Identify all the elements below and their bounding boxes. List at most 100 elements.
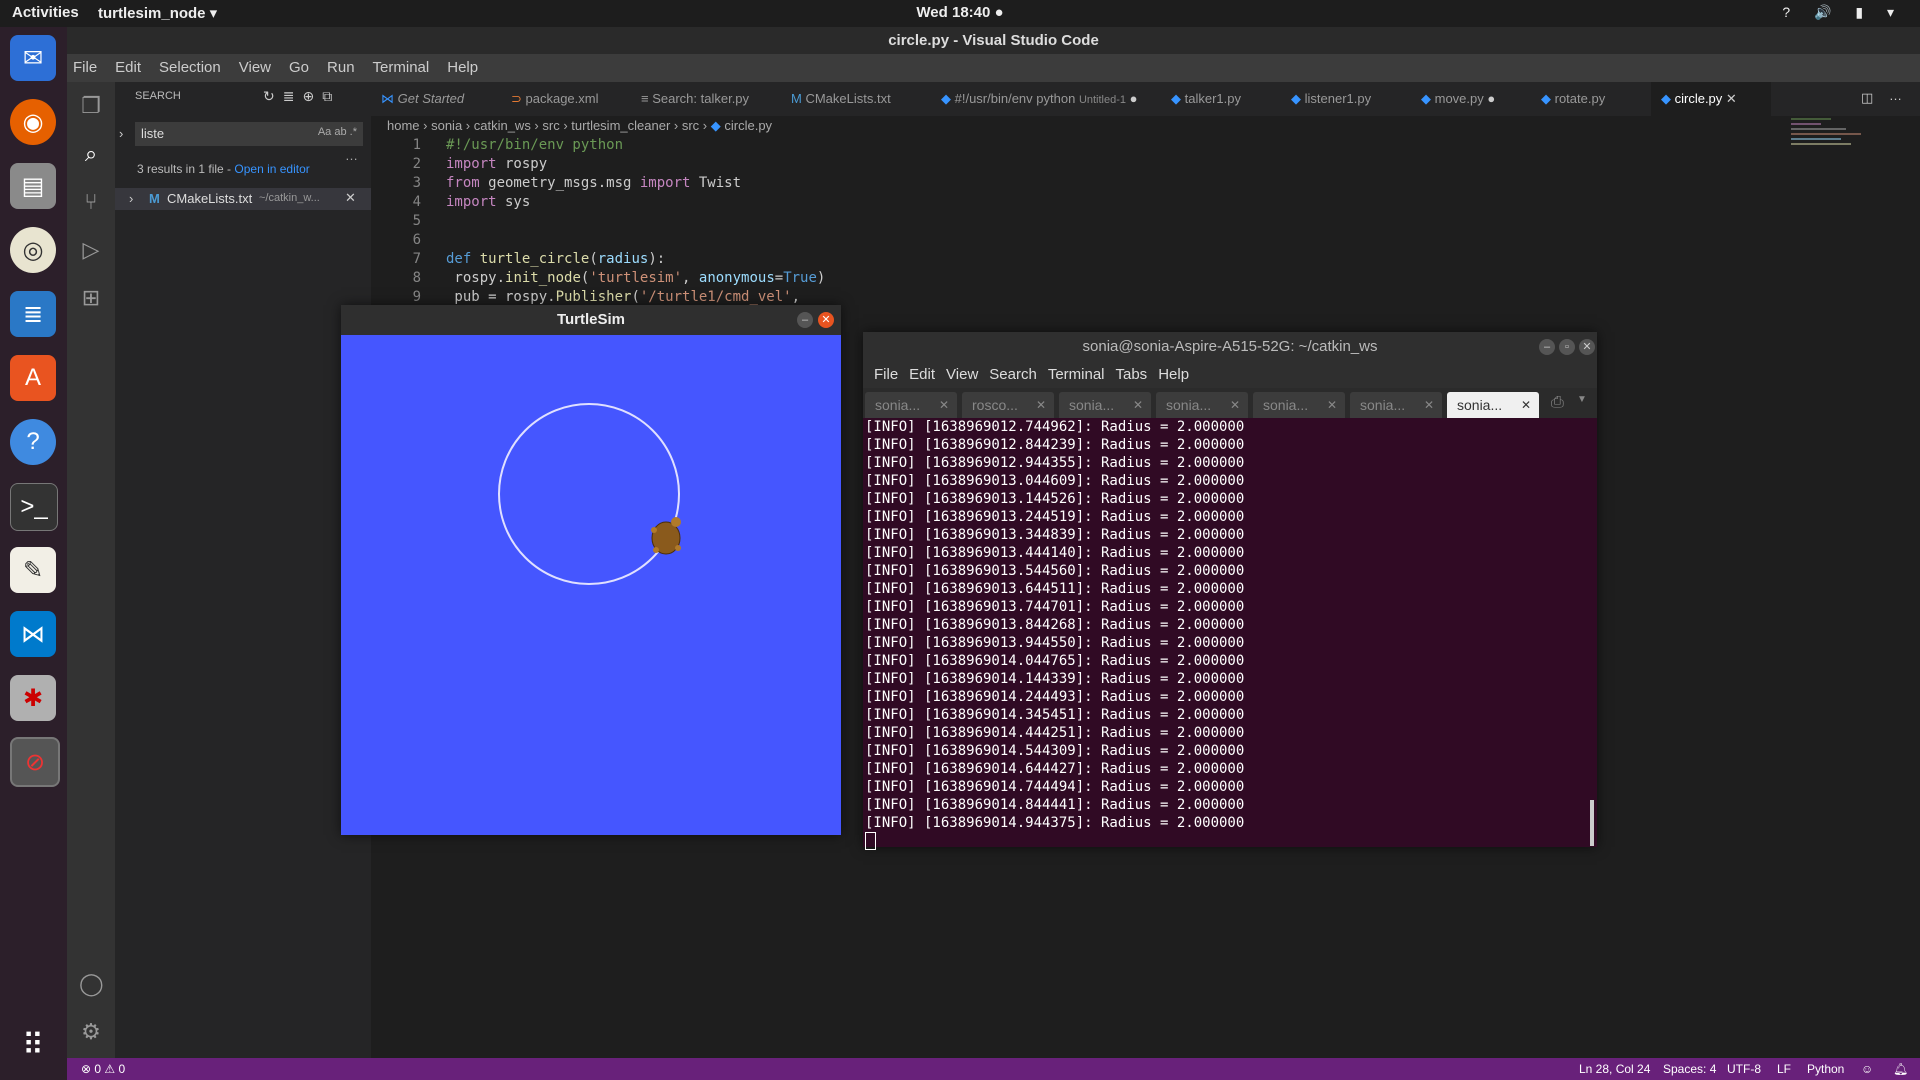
new-tab-icon[interactable]: ⎙ xyxy=(1551,394,1564,412)
code-editor[interactable]: 1 #!/usr/bin/env python 2 import rospy 3 fr… xyxy=(371,136,826,307)
tab-get-started[interactable]: ⋈ Get Started xyxy=(371,82,501,116)
minimap[interactable] xyxy=(1791,112,1901,182)
apps-grid-icon[interactable]: ⠿ xyxy=(10,1022,56,1068)
software-icon[interactable]: A xyxy=(10,355,56,401)
bell-icon[interactable]: 🔔︎ xyxy=(1893,1058,1908,1080)
close-button[interactable]: ✕ xyxy=(1579,339,1595,355)
term-menu-file[interactable]: File xyxy=(874,366,898,383)
terminal-line: [INFO] [1638969014.444251]: Radius = 2.0… xyxy=(865,725,1245,741)
activity-bar: ❐ ⌕ ⑂ ▷ ⊞ ◯ ⚙ xyxy=(67,82,115,1058)
vscode-icon[interactable]: ⋈ xyxy=(10,611,56,657)
top-bar: Activities turtlesim_node ▾ Wed 18:40 ● … xyxy=(0,0,1920,27)
text-editor-icon[interactable]: ✎ xyxy=(10,547,56,593)
terminal-tab[interactable]: sonia... ✕ xyxy=(1059,392,1151,418)
menu-help[interactable]: Help xyxy=(447,59,478,76)
more-icon[interactable]: … xyxy=(1889,88,1902,103)
clock[interactable]: Wed 18:40 ● xyxy=(0,4,1920,21)
term-menu-tabs[interactable]: Tabs xyxy=(1116,366,1148,383)
feedback-icon[interactable]: ☺ xyxy=(1861,1058,1873,1080)
terminal-tab[interactable]: sonia... ✕ xyxy=(865,392,957,418)
terminal-cursor xyxy=(865,832,876,850)
terminal-line: [INFO] [1638969014.944375]: Radius = 2.0… xyxy=(865,815,1245,831)
terminal-tab[interactable]: rosco... ✕ xyxy=(962,392,1054,418)
term-menu-terminal[interactable]: Terminal xyxy=(1048,366,1105,383)
writer-icon[interactable]: ≣ xyxy=(10,291,56,337)
dock: ✉ ◉ ▤ ◎ ≣ A ? >_ ✎ ⋈ ✱ ⊘ ⠿ xyxy=(0,27,67,1080)
firefox-icon[interactable]: ◉ xyxy=(10,99,56,145)
minimize-button[interactable]: – xyxy=(1539,339,1555,355)
terminal-line: [INFO] [1638969013.344839]: Radius = 2.0… xyxy=(865,527,1245,543)
turtlesim-title: TurtleSim xyxy=(341,305,841,335)
account-icon[interactable]: ◯ xyxy=(79,972,104,996)
search-options[interactable]: Aa ab .* xyxy=(318,126,357,138)
terminal-tab[interactable]: sonia... ✕ xyxy=(1350,392,1442,418)
source-control-icon[interactable]: ⑂ xyxy=(79,190,103,214)
menu-selection[interactable]: Selection xyxy=(159,59,221,76)
menu-view[interactable]: View xyxy=(239,59,271,76)
files-icon[interactable]: ▤ xyxy=(10,163,56,209)
cursor-position[interactable]: Ln 28, Col 24 xyxy=(1579,1058,1650,1080)
menu-go[interactable]: Go xyxy=(289,59,309,76)
close-button[interactable]: ✕ xyxy=(818,312,834,328)
search-icon[interactable]: ⌕ xyxy=(79,142,103,166)
minimize-button[interactable]: – xyxy=(797,312,813,328)
terminal-icon[interactable]: >_ xyxy=(10,483,58,531)
tab-search-talker[interactable]: ≡ Search: talker.py xyxy=(631,82,781,116)
terminal-tab[interactable]: sonia... ✕ xyxy=(1156,392,1248,418)
explorer-icon[interactable]: ❐ xyxy=(79,94,103,118)
term-menu-search[interactable]: Search xyxy=(989,366,1037,383)
line-ending[interactable]: LF xyxy=(1777,1058,1791,1080)
term-menu-view[interactable]: View xyxy=(946,366,978,383)
terminal-line: [INFO] [1638969012.844239]: Radius = 2.0… xyxy=(865,437,1245,453)
term-menu-edit[interactable]: Edit xyxy=(909,366,935,383)
thunderbird-icon[interactable]: ✉ xyxy=(10,35,56,81)
terminal-line: [INFO] [1638969014.144339]: Radius = 2.0… xyxy=(865,671,1245,687)
problems-indicator[interactable]: ⊗ 0 ⚠ 0 xyxy=(81,1058,125,1080)
terminal-line: [INFO] [1638969014.744494]: Radius = 2.0… xyxy=(865,779,1245,795)
indentation[interactable]: Spaces: 4 xyxy=(1663,1058,1716,1080)
menu-terminal[interactable]: Terminal xyxy=(373,59,430,76)
manage-gear-icon[interactable]: ⚙ xyxy=(79,1020,103,1044)
tab-move[interactable]: ◆ move.py ● xyxy=(1411,82,1531,116)
terminal-tab-active[interactable]: sonia... ✕ xyxy=(1447,392,1539,418)
terminal-output[interactable]: [INFO] [1638969012.744962]: Radius = 2.0… xyxy=(865,418,1593,850)
menu-file[interactable]: File xyxy=(73,59,97,76)
terminal-line: [INFO] [1638969013.644511]: Radius = 2.0… xyxy=(865,581,1245,597)
tab-cmakelists[interactable]: M CMakeLists.txt xyxy=(781,82,931,116)
help-icon[interactable]: ? xyxy=(10,419,56,465)
search-actions[interactable]: ↻≣⊕⧉ xyxy=(263,88,340,105)
terminal-tab[interactable]: sonia... ✕ xyxy=(1253,392,1345,418)
result-file-row[interactable]: › M CMakeLists.txt ~/catkin_w... ✕ xyxy=(115,188,371,210)
tab-listener1[interactable]: ◆ listener1.py xyxy=(1281,82,1411,116)
more-icon[interactable]: … xyxy=(345,148,358,163)
split-editor-icon[interactable]: ◫ xyxy=(1861,90,1873,106)
run-debug-icon[interactable]: ▷ xyxy=(79,238,103,262)
stop-icon[interactable]: ⊘ xyxy=(10,737,60,787)
language-mode[interactable]: Python xyxy=(1807,1058,1844,1080)
tab-package-xml[interactable]: ⊃ package.xml xyxy=(501,82,631,116)
settings-icon[interactable]: ✱ xyxy=(10,675,56,721)
open-in-editor-link[interactable]: Open in editor xyxy=(234,162,309,176)
rhythmbox-icon[interactable]: ◎ xyxy=(10,227,56,273)
search-input[interactable]: liste Aa ab .* xyxy=(135,122,363,146)
cmake-file-icon: M xyxy=(149,191,160,206)
terminal-line: [INFO] [1638969013.544560]: Radius = 2.0… xyxy=(865,563,1245,579)
term-menu-help[interactable]: Help xyxy=(1158,366,1189,383)
system-tray[interactable]: ? 🔊 ▮ ▾ xyxy=(1782,4,1904,21)
extensions-icon[interactable]: ⊞ xyxy=(79,286,103,310)
chevron-right-icon[interactable]: › xyxy=(119,126,123,141)
terminal-scrollbar[interactable] xyxy=(1590,800,1594,846)
close-icon: ✕ xyxy=(345,190,356,205)
breadcrumb: home › sonia › catkin_ws › src › turtles… xyxy=(387,118,773,133)
chevron-down-icon[interactable]: ▼ xyxy=(1577,394,1587,405)
terminal-title: sonia@sonia-Aspire-A515-52G: ~/catkin_ws xyxy=(863,332,1597,362)
menu-edit[interactable]: Edit xyxy=(115,59,141,76)
menu-run[interactable]: Run xyxy=(327,59,355,76)
tab-talker1[interactable]: ◆ talker1.py xyxy=(1161,82,1281,116)
menu-bar: File Edit Selection View Go Run Terminal Help xyxy=(67,54,1920,82)
tab-rotate[interactable]: ◆ rotate.py xyxy=(1531,82,1651,116)
tab-untitled-1[interactable]: ◆ #!/usr/bin/env python Untitled-1 ● xyxy=(931,82,1161,116)
encoding[interactable]: UTF-8 xyxy=(1727,1058,1761,1080)
maximize-button[interactable]: ▫ xyxy=(1559,339,1575,355)
tab-circle[interactable]: ◆ circle.py ✕ xyxy=(1651,82,1771,116)
